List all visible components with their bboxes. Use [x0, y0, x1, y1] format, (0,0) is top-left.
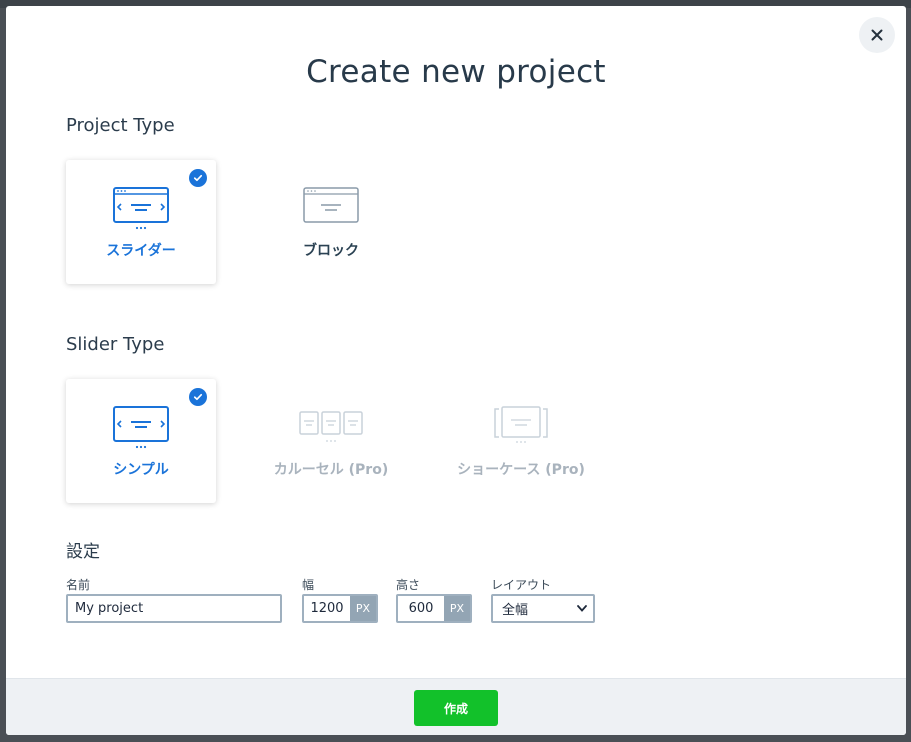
slider-type-carousel-card[interactable]: カルーセル (Pro): [256, 379, 406, 503]
height-field-label: 高さ: [396, 578, 421, 592]
width-input[interactable]: [304, 596, 350, 621]
slider-type-simple-card[interactable]: シンプル: [66, 379, 216, 503]
selected-check-icon: [189, 388, 207, 406]
modal-title: Create new project: [306, 54, 606, 90]
slider-type-showcase-card[interactable]: ショーケース (Pro): [446, 379, 596, 503]
card-label: スライダー: [106, 243, 176, 259]
slider-type-heading: Slider Type: [66, 334, 165, 355]
height-input[interactable]: [398, 596, 444, 621]
chevron-down-icon: [577, 605, 587, 612]
close-icon: [871, 29, 883, 41]
layout-select[interactable]: 全幅: [491, 594, 595, 623]
showcase-icon: [494, 406, 548, 443]
layout-field-label: レイアウト: [491, 578, 552, 592]
settings-heading: 設定: [66, 542, 100, 562]
height-unit: PX: [444, 596, 470, 621]
project-name-input[interactable]: [66, 594, 282, 623]
card-label: カルーセル (Pro): [273, 462, 389, 478]
create-button[interactable]: 作成: [414, 690, 498, 726]
name-field-label: 名前: [66, 578, 91, 592]
simple-slider-icon: [113, 406, 169, 449]
carousel-icon: [299, 411, 363, 442]
card-label: ショーケース (Pro): [457, 462, 585, 478]
width-field-label: 幅: [302, 578, 315, 592]
selected-check-icon: [189, 169, 207, 187]
close-button[interactable]: [859, 17, 895, 53]
slider-icon: [113, 187, 169, 230]
modal-footer: 作成: [6, 678, 906, 735]
height-field: PX: [396, 594, 472, 623]
project-type-block-card[interactable]: ブロック: [256, 160, 406, 284]
project-type-slider-card[interactable]: スライダー: [66, 160, 216, 284]
width-field: PX: [302, 594, 378, 623]
card-label: ブロック: [303, 243, 359, 259]
card-label: シンプル: [113, 462, 169, 478]
width-unit: PX: [350, 596, 376, 621]
block-icon: [303, 187, 359, 223]
project-type-heading: Project Type: [66, 115, 175, 136]
create-project-modal: Create new project Project Type スライダー ブロ…: [6, 6, 906, 735]
layout-select-value: 全幅: [502, 603, 529, 618]
